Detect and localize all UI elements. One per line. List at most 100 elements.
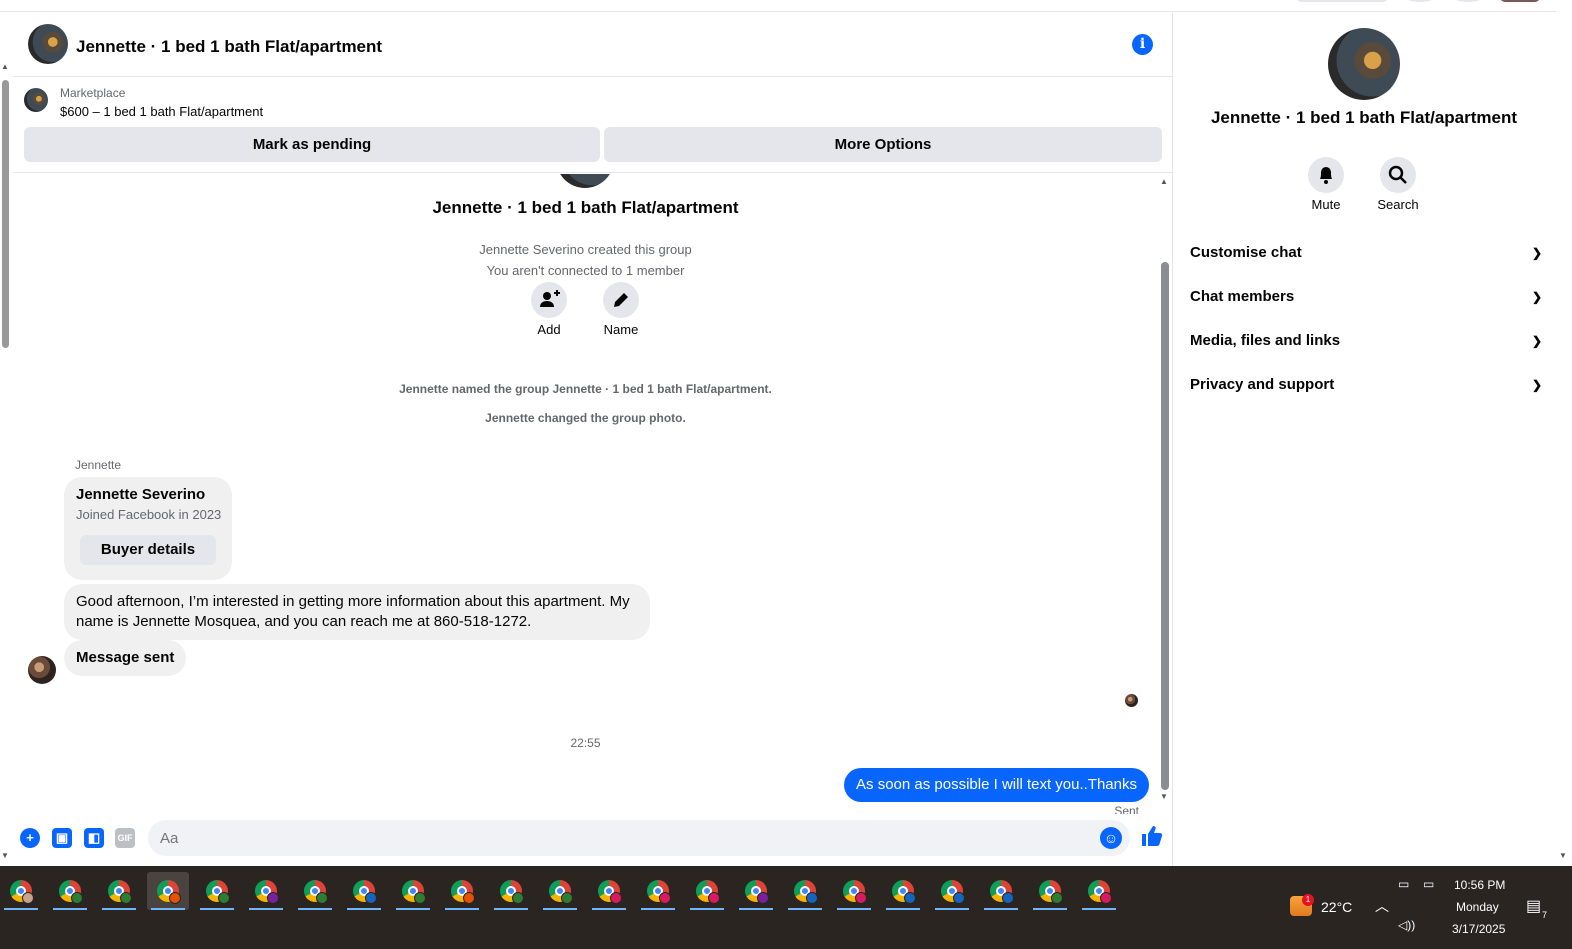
- chrome-window-icon[interactable]: [0, 872, 42, 910]
- chrome-window-icon[interactable]: [735, 872, 777, 910]
- composer: + ▣ ◧ GIF ☺: [13, 814, 1173, 866]
- mute-button[interactable]: [1308, 157, 1344, 193]
- clock-time[interactable]: 10:56 PM: [1454, 878, 1505, 892]
- add-person-icon: [540, 290, 560, 307]
- sender-avatar[interactable]: [28, 656, 56, 684]
- thumbs-up-icon[interactable]: [1140, 824, 1164, 850]
- running-indicator: [298, 908, 332, 910]
- system-message: Jennette changed the group photo.: [485, 411, 686, 425]
- chrome-window-icon[interactable]: [1078, 872, 1120, 910]
- media-files-section[interactable]: Media, files and links ❯: [1190, 323, 1542, 359]
- window-scrollbar[interactable]: ▼: [1556, 0, 1572, 866]
- chrome-window-icon[interactable]: [147, 872, 189, 910]
- chat-header: Jennette · 1 bed 1 bath Flat/apartment i: [13, 13, 1173, 77]
- emoji-icon[interactable]: ☺: [1100, 827, 1122, 849]
- chrome-window-icon[interactable]: [392, 872, 434, 910]
- chrome-window-icon[interactable]: [784, 872, 826, 910]
- temperature[interactable]: 22°C: [1321, 899, 1352, 915]
- notification-icon[interactable]: ▤: [1526, 896, 1541, 916]
- browser-top-strip: [0, 0, 1572, 12]
- chat-members-section[interactable]: Chat members ❯: [1190, 279, 1542, 315]
- more-options-button[interactable]: More Options: [604, 127, 1162, 162]
- search-button[interactable]: [1380, 157, 1416, 193]
- running-indicator: [592, 908, 626, 910]
- chrome-window-icon[interactable]: [882, 872, 924, 910]
- weather-badge: 1: [1302, 894, 1314, 906]
- buyer-name[interactable]: Jennette Severino: [76, 486, 205, 503]
- system-message: Jennette named the group Jennette · 1 be…: [399, 382, 772, 396]
- running-indicator: [1033, 908, 1067, 910]
- chrome-window-icon[interactable]: [441, 872, 483, 910]
- profile-badge-icon: [806, 892, 818, 904]
- chevron-down-icon: ❯: [1531, 290, 1542, 304]
- customise-chat-section[interactable]: Customise chat ❯: [1190, 235, 1542, 271]
- incoming-message[interactable]: Good afternoon, I’m interested in gettin…: [64, 584, 650, 640]
- info-icon[interactable]: i: [1132, 34, 1153, 55]
- scroll-down-icon[interactable]: ▼: [1559, 852, 1567, 860]
- chrome-window-icon[interactable]: [245, 872, 287, 910]
- buyer-details-button[interactable]: Buyer details: [80, 535, 216, 565]
- chrome-window-icon[interactable]: [833, 872, 875, 910]
- mark-as-pending-button[interactable]: Mark as pending: [24, 127, 600, 162]
- chrome-window-icon[interactable]: [686, 872, 728, 910]
- message-input-wrap: ☺: [148, 820, 1130, 856]
- name-group-button[interactable]: [603, 282, 639, 318]
- group-avatar[interactable]: [28, 24, 68, 64]
- running-indicator: [984, 908, 1018, 910]
- chat-title[interactable]: Jennette · 1 bed 1 bath Flat/apartment: [76, 37, 382, 57]
- created-text: Jennette Severino created this group: [479, 242, 692, 257]
- add-member-button[interactable]: [531, 282, 567, 318]
- plus-icon[interactable]: +: [20, 828, 40, 848]
- scroll-up-icon[interactable]: ▲: [1, 63, 9, 71]
- chrome-window-icon[interactable]: [539, 872, 581, 910]
- incoming-message[interactable]: Message sent: [64, 640, 187, 676]
- outgoing-message[interactable]: As soon as possible I will text you..Tha…: [844, 768, 1149, 802]
- clock-day[interactable]: Monday: [1456, 900, 1499, 914]
- running-indicator: [249, 908, 283, 910]
- chrome-window-icon[interactable]: [343, 872, 385, 910]
- scroll-down-icon[interactable]: ▼: [1160, 793, 1168, 801]
- chrome-window-icon[interactable]: [980, 872, 1022, 910]
- profile-badge-icon: [414, 892, 426, 904]
- chrome-window-icon[interactable]: [637, 872, 679, 910]
- chrome-window-icon[interactable]: [588, 872, 630, 910]
- running-indicator: [396, 908, 430, 910]
- page-scrollbar[interactable]: ▲ ▼: [0, 62, 12, 862]
- privacy-support-section[interactable]: Privacy and support ❯: [1190, 367, 1542, 403]
- connection-text: You aren't connected to 1 member: [486, 263, 685, 278]
- sidebar-group-avatar[interactable]: [1328, 28, 1400, 100]
- profile-badge-icon: [71, 892, 83, 904]
- chrome-window-icon[interactable]: [49, 872, 91, 910]
- profile-icon[interactable]: [1500, 0, 1540, 2]
- scrollbar-thumb[interactable]: [2, 80, 9, 348]
- scrollbar-thumb[interactable]: [1161, 262, 1169, 790]
- sticker-icon[interactable]: ◧: [84, 828, 104, 848]
- chrome-window-icon[interactable]: [98, 872, 140, 910]
- marketplace-banner: Marketplace $600 – 1 bed 1 bath Flat/apa…: [13, 77, 1173, 173]
- chrome-window-icon[interactable]: [196, 872, 238, 910]
- chrome-window-icon[interactable]: [294, 872, 336, 910]
- profile-badge-icon: [659, 892, 671, 904]
- section-label: Customise chat: [1190, 244, 1302, 261]
- chrome-window-icon[interactable]: [1029, 872, 1071, 910]
- scroll-down-icon[interactable]: ▼: [1, 852, 9, 860]
- network-icon[interactable]: ▭: [1423, 877, 1434, 891]
- message-input[interactable]: [160, 820, 1060, 856]
- profile-badge-icon: [1100, 892, 1112, 904]
- listing-title[interactable]: $600 – 1 bed 1 bath Flat/apartment: [60, 104, 263, 119]
- running-indicator: [886, 908, 920, 910]
- scroll-up-icon[interactable]: ▲: [1160, 178, 1168, 186]
- listing-thumbnail[interactable]: [24, 88, 48, 112]
- chrome-window-icon[interactable]: [490, 872, 532, 910]
- chevron-up-icon[interactable]: ︿: [1375, 896, 1389, 916]
- volume-icon[interactable]: ◁)): [1398, 918, 1415, 932]
- pencil-icon: [614, 293, 628, 307]
- profile-badge-icon: [267, 892, 279, 904]
- chrome-window-icon[interactable]: [931, 872, 973, 910]
- conversation-scrollbar[interactable]: ▲ ▼: [1158, 174, 1171, 814]
- taskbar: 1 22°C ︿ ▭ ▭ ◁)) 10:56 PM Monday 3/17/20…: [0, 866, 1572, 949]
- clock-date[interactable]: 3/17/2025: [1452, 922, 1505, 936]
- meet-icon[interactable]: ▭: [1398, 877, 1409, 891]
- gif-icon[interactable]: GIF: [115, 828, 135, 848]
- photo-icon[interactable]: ▣: [52, 828, 72, 848]
